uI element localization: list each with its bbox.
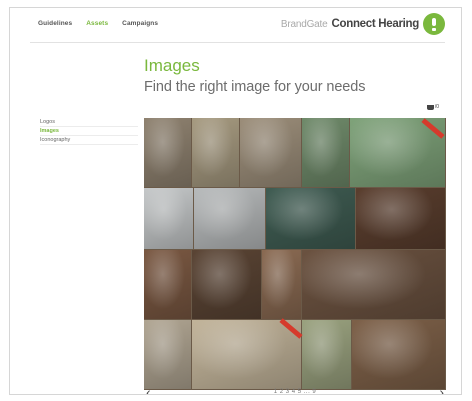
- page-subtitle: Find the right image for your needs: [144, 79, 366, 95]
- image-gallery: [144, 118, 446, 390]
- nav-assets[interactable]: Assets: [86, 20, 108, 27]
- nav-campaigns[interactable]: Campaigns: [122, 20, 158, 27]
- sidebar-item-images[interactable]: Images: [40, 127, 138, 136]
- gallery-image[interactable]: [192, 118, 239, 187]
- header-divider: [30, 42, 445, 43]
- gallery-image[interactable]: [144, 118, 191, 187]
- chevron-right-icon[interactable]: ›: [439, 385, 444, 394]
- page-numbers[interactable]: 1 2 3 4 5 ... 9: [144, 389, 446, 394]
- pagination: ‹ 1 2 3 4 5 ... 9 ›: [144, 385, 446, 394]
- gallery-image[interactable]: [192, 250, 261, 319]
- gallery-image[interactable]: [266, 188, 355, 249]
- gallery-image[interactable]: [240, 118, 301, 187]
- page-title: Images: [144, 56, 200, 75]
- brand-name: Connect Hearing: [331, 18, 419, 30]
- sidebar: Logos Images Iconography: [40, 118, 138, 145]
- top-nav: Guidelines Assets Campaigns: [38, 20, 158, 27]
- sidebar-item-iconography[interactable]: Iconography: [40, 136, 138, 145]
- gallery-image[interactable]: [352, 320, 445, 389]
- brand-header: BrandGate Connect Hearing: [281, 13, 445, 35]
- hearing-logo-icon: [423, 13, 445, 35]
- gallery-image[interactable]: [302, 320, 351, 389]
- sidebar-item-logos[interactable]: Logos: [40, 118, 138, 127]
- gallery-image[interactable]: [144, 320, 191, 389]
- gallery-image[interactable]: [144, 250, 191, 319]
- gallery-image[interactable]: [194, 188, 265, 249]
- gallery-image[interactable]: [144, 188, 193, 249]
- basket-count: /0: [434, 104, 439, 110]
- gallery-image[interactable]: [356, 188, 445, 249]
- gallery-image[interactable]: [192, 320, 301, 389]
- gallery-image[interactable]: [302, 250, 445, 319]
- page-frame: Guidelines Assets Campaigns BrandGate Co…: [9, 7, 462, 395]
- brand-prefix: BrandGate: [280, 18, 328, 30]
- gallery-image[interactable]: [302, 118, 349, 187]
- gallery-image[interactable]: [262, 250, 301, 319]
- nav-guidelines[interactable]: Guidelines: [38, 20, 72, 27]
- basket-icon: [426, 104, 434, 110]
- basket-button[interactable]: /0: [426, 104, 439, 110]
